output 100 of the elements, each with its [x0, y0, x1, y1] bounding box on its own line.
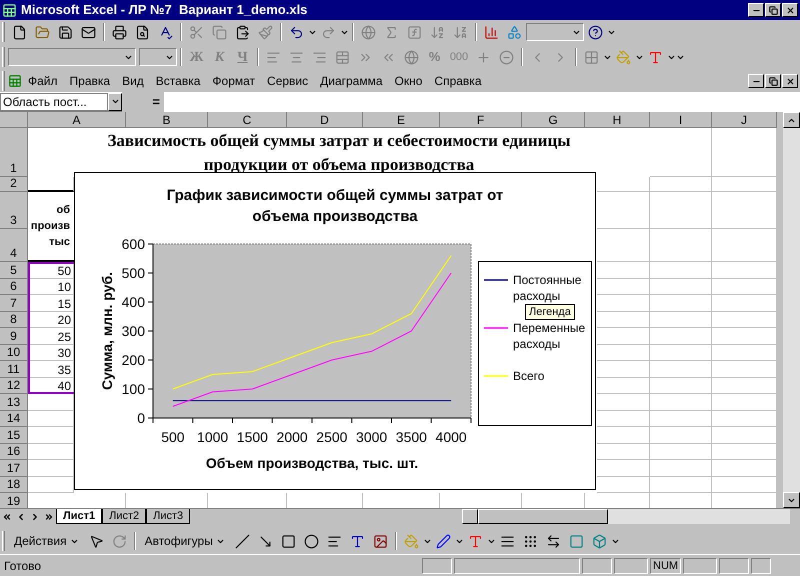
actions-button[interactable]: Действия — [8, 532, 85, 550]
restore-button[interactable] — [765, 3, 781, 17]
column-header[interactable]: A — [28, 112, 126, 128]
column-header[interactable]: E — [363, 112, 440, 128]
font-dropdown[interactable] — [8, 48, 136, 66]
spreadsheet-icon[interactable] — [8, 74, 22, 88]
grid-cell[interactable] — [712, 295, 777, 312]
grid-cell[interactable] — [650, 328, 712, 344]
row-header[interactable]: 5 — [0, 262, 28, 278]
grid-cell[interactable] — [597, 295, 650, 312]
column-header[interactable]: F — [440, 112, 522, 128]
grid-cell[interactable] — [597, 361, 650, 378]
column-header[interactable]: G — [522, 112, 585, 128]
row-header[interactable]: 4 — [0, 229, 28, 262]
grid-cell[interactable] — [597, 410, 650, 427]
column-header[interactable]: B — [126, 112, 208, 128]
grid-cell[interactable] — [597, 278, 650, 295]
menu-item[interactable]: Формат — [206, 72, 262, 90]
grid-cell[interactable] — [597, 427, 650, 444]
grid-cell[interactable] — [650, 444, 712, 460]
row-header[interactable]: 1 — [0, 128, 28, 177]
row-header[interactable]: 2 — [0, 177, 28, 192]
row-header[interactable]: 7 — [0, 295, 28, 312]
grid-cell[interactable] — [712, 361, 777, 378]
grid-cell[interactable] — [597, 378, 650, 394]
menu-item[interactable]: Вид — [116, 72, 150, 90]
menu-item[interactable]: Правка — [64, 72, 116, 90]
grid-cell[interactable] — [712, 328, 777, 344]
grid-cell[interactable] — [712, 394, 777, 410]
grid-cell[interactable] — [597, 229, 650, 262]
autoshapes-button[interactable]: Автофигуры — [138, 532, 231, 550]
grid-cell[interactable] — [712, 378, 777, 394]
close-button[interactable] — [782, 74, 798, 88]
row-header[interactable]: 3 — [0, 192, 28, 229]
grid-cell[interactable] — [712, 229, 777, 262]
grid-cell[interactable] — [650, 295, 712, 312]
grid-cell[interactable] — [650, 192, 712, 229]
grid-cell[interactable] — [650, 229, 712, 262]
sheet-tab[interactable]: Лист3 — [146, 509, 190, 524]
grid-cell[interactable] — [650, 361, 712, 378]
grid-cell[interactable] — [712, 262, 777, 278]
grid-cell[interactable] — [712, 344, 777, 361]
grid-cell[interactable] — [712, 128, 777, 177]
row-header[interactable]: 15 — [0, 427, 28, 444]
select-all-button[interactable] — [0, 112, 28, 128]
grid-cell[interactable] — [650, 278, 712, 295]
horizontal-scrollbar[interactable] — [462, 509, 790, 524]
menu-item[interactable]: Справка — [428, 72, 488, 90]
row-header[interactable]: 16 — [0, 444, 28, 460]
grid-cell[interactable] — [597, 394, 650, 410]
grid-cell[interactable] — [712, 427, 777, 444]
grid-cell[interactable] — [712, 312, 777, 328]
menu-item[interactable]: Файл — [22, 72, 64, 90]
grid-cell[interactable] — [712, 177, 777, 192]
grid-cell[interactable] — [712, 444, 777, 460]
row-header[interactable]: 13 — [0, 394, 28, 410]
grid-cell[interactable] — [712, 278, 777, 295]
grid-cell[interactable] — [650, 394, 712, 410]
grid-cell[interactable] — [650, 344, 712, 361]
grid-cell[interactable] — [597, 262, 650, 278]
row-header[interactable]: 11 — [0, 361, 28, 378]
column-header[interactable]: I — [650, 112, 712, 128]
row-header[interactable]: 12 — [0, 378, 28, 394]
grid-cell[interactable] — [597, 344, 650, 361]
name-box-dropdown[interactable] — [108, 92, 122, 110]
row-header[interactable]: 6 — [0, 278, 28, 295]
grid-cell[interactable] — [712, 460, 777, 476]
row-header[interactable]: 17 — [0, 460, 28, 476]
menu-item[interactable]: Окно — [388, 72, 428, 90]
sheet-tab[interactable]: Лист2 — [102, 509, 146, 524]
grid-cell[interactable] — [650, 476, 712, 493]
column-header[interactable]: H — [585, 112, 650, 128]
zoom-dropdown[interactable] — [526, 23, 584, 41]
grid-cell[interactable] — [650, 312, 712, 328]
grid-cell[interactable] — [712, 192, 777, 229]
grid-cell[interactable] — [650, 427, 712, 444]
grid-cell[interactable] — [597, 328, 650, 344]
grid-cell[interactable] — [650, 378, 712, 394]
grid-cell[interactable] — [597, 476, 650, 493]
grid-cell[interactable] — [597, 312, 650, 328]
menu-item[interactable]: Диаграмма — [314, 72, 389, 90]
font-size-dropdown[interactable] — [139, 48, 177, 66]
sheet-tab[interactable]: Лист1 — [56, 509, 102, 524]
menu-item[interactable]: Вставка — [150, 72, 206, 90]
grid-cell[interactable] — [597, 460, 650, 476]
column-header[interactable]: D — [287, 112, 363, 128]
column-header[interactable]: J — [712, 112, 777, 128]
row-header[interactable]: 18 — [0, 476, 28, 493]
row-header[interactable]: 8 — [0, 312, 28, 328]
tab-scroll-icon[interactable] — [44, 512, 54, 522]
menu-item[interactable]: Сервис — [261, 72, 314, 90]
column-header[interactable]: C — [208, 112, 287, 128]
grid-cell[interactable] — [650, 262, 712, 278]
grid-cell[interactable] — [650, 410, 712, 427]
tab-scroll-icon[interactable] — [2, 512, 12, 522]
grid-cell[interactable] — [712, 410, 777, 427]
grid-cell[interactable] — [650, 460, 712, 476]
minimize-button[interactable] — [748, 3, 764, 17]
row-header[interactable]: 14 — [0, 410, 28, 427]
row-header[interactable]: 9 — [0, 328, 28, 344]
